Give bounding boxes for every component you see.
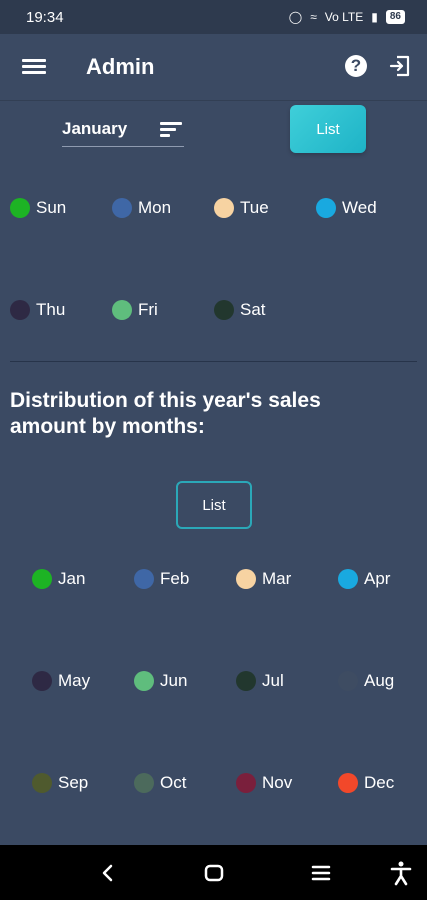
month-label: Sep [58, 773, 89, 792]
month-color-dot [236, 671, 256, 691]
accessibility-icon[interactable] [388, 860, 414, 886]
month-color-dot [338, 773, 358, 793]
status-icons: ◯ ≈ Vo LTE ▮ 86 [289, 10, 405, 24]
month-label: Aug [364, 671, 395, 690]
vibrate-icon: ◯ [288, 10, 303, 24]
month-color-dot [134, 773, 154, 793]
weekday-color-dot [214, 300, 234, 320]
divider [10, 361, 417, 362]
month-color-dot [134, 569, 154, 589]
month-legend-item[interactable]: Dec [338, 773, 394, 793]
month-legend-item[interactable]: Oct [134, 773, 186, 793]
weekday-label: Sat [240, 300, 266, 319]
weekday-label: Mon [138, 198, 172, 217]
month-label: Feb [160, 569, 190, 588]
weekday-legend-item[interactable]: Thu [10, 300, 65, 320]
month-color-dot [236, 773, 256, 793]
month-legend-item[interactable]: Nov [236, 773, 292, 793]
weekday-label: Wed [342, 198, 377, 217]
status-time: 19:34 [26, 8, 64, 26]
month-label: May [58, 671, 91, 690]
sales-section-title: Distribution of this year's sales amount… [10, 389, 321, 438]
month-label: Jan [58, 569, 86, 588]
month-legend-item[interactable]: Jul [236, 671, 284, 691]
month-label: Jul [262, 671, 284, 690]
weekday-label: Thu [36, 300, 66, 319]
weekday-color-dot [214, 198, 234, 218]
month-legend-item[interactable]: Jun [134, 671, 187, 691]
month-select[interactable]: January [62, 112, 184, 147]
month-legend-item[interactable]: Jan [32, 569, 85, 589]
weekday-label: Fri [138, 300, 158, 319]
weekday-label: Tue [240, 198, 269, 217]
weekday-label: Sun [36, 198, 67, 217]
month-color-dot [338, 671, 358, 691]
month-color-dot [32, 773, 52, 793]
weekday-color-dot [10, 198, 30, 218]
month-select-label: January [62, 119, 128, 138]
weekday-legend-item[interactable]: Sun [10, 198, 66, 218]
list-button[interactable]: List [290, 105, 366, 153]
month-color-dot [32, 569, 52, 589]
back-icon[interactable] [95, 860, 121, 886]
app-bar: Admin ? [0, 34, 427, 100]
month-legend-item[interactable]: Mar [236, 569, 291, 589]
month-label: Mar [262, 569, 292, 588]
sort-icon[interactable] [160, 120, 182, 138]
month-color-dot [134, 671, 154, 691]
month-color-dot [236, 569, 256, 589]
logout-icon[interactable] [388, 54, 412, 78]
month-legend-item[interactable]: May [32, 671, 90, 691]
month-label: Oct [160, 773, 187, 792]
weekday-color-dot [10, 300, 30, 320]
home-icon[interactable] [201, 860, 227, 886]
month-legend-item[interactable]: Sep [32, 773, 88, 793]
weekday-legend-item[interactable]: Wed [316, 198, 377, 218]
status-bar: 19:34 ◯ ≈ Vo LTE ▮ 86 [0, 0, 427, 34]
recents-icon[interactable] [308, 860, 334, 886]
month-label: Apr [364, 569, 391, 588]
month-color-dot [32, 671, 52, 691]
navigation-bar [0, 845, 427, 900]
month-legend-item[interactable]: Feb [134, 569, 189, 589]
wifi-icon: ≈ [310, 10, 317, 24]
help-icon[interactable]: ? [345, 55, 367, 77]
network-label: Vo LTE [324, 10, 364, 24]
month-legend-item[interactable]: Apr [338, 569, 390, 589]
weekday-legend-item[interactable]: Tue [214, 198, 269, 218]
month-label: Nov [262, 773, 293, 792]
menu-icon[interactable] [22, 56, 46, 78]
weekday-color-dot [112, 300, 132, 320]
weekday-legend-item[interactable]: Mon [112, 198, 171, 218]
weekday-color-dot [316, 198, 336, 218]
weekday-color-dot [112, 198, 132, 218]
signal-icon: ▮ [371, 10, 378, 24]
month-legend-item[interactable]: Aug [338, 671, 394, 691]
weekday-legend-item[interactable]: Fri [112, 300, 158, 320]
month-label: Jun [160, 671, 188, 690]
month-color-dot [338, 569, 358, 589]
page-title: Admin [86, 54, 155, 79]
battery-icon: 86 [385, 10, 405, 24]
weekday-legend-item[interactable]: Sat [214, 300, 266, 320]
sales-list-button[interactable]: List [176, 481, 252, 529]
month-label: Dec [364, 773, 395, 792]
